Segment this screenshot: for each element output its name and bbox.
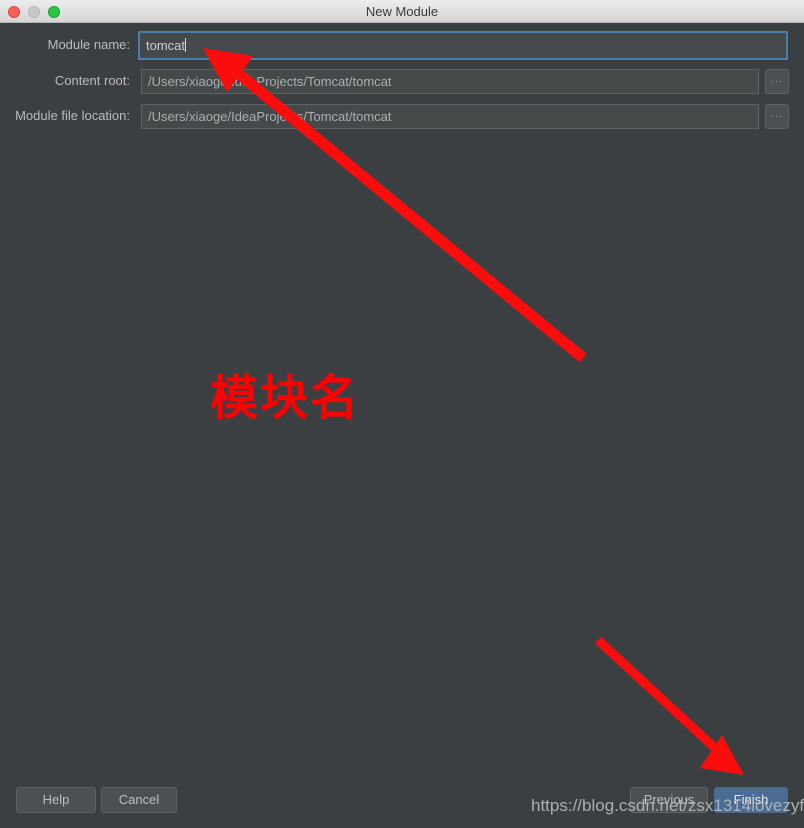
content-root-label-box: Content root: — [0, 69, 130, 93]
window-titlebar: New Module — [0, 0, 804, 23]
previous-button[interactable]: Previous — [630, 787, 708, 813]
module-name-label-box: Module name: — [0, 33, 130, 57]
arrow-to-finish-button-icon — [594, 636, 744, 775]
content-root-label: Content root: — [54, 73, 130, 88]
module-name-label: Module name: — [47, 37, 130, 52]
chinese-annotation-text: 模块名 — [210, 370, 361, 426]
new-module-dialog: New Module Module name: tomcat Content r… — [0, 0, 804, 828]
content-root-browse-button[interactable]: ... — [765, 69, 789, 94]
content-root-input[interactable]: /Users/xiaoge/IdeaProjects/Tomcat/tomcat — [141, 69, 759, 94]
module-file-location-label-box: Module file location: — [0, 104, 130, 128]
window-title: New Module — [365, 4, 439, 19]
content-root-value: /Users/xiaoge/IdeaProjects/Tomcat/tomcat — [148, 74, 392, 89]
module-file-location-browse-button[interactable]: ... — [765, 104, 789, 129]
finish-button[interactable]: Finish — [714, 787, 788, 813]
help-button[interactable]: Help — [16, 787, 96, 813]
module-file-location-value: /Users/xiaoge/IdeaProjects/Tomcat/tomcat — [148, 109, 392, 124]
module-name-input[interactable]: tomcat — [138, 31, 788, 60]
cancel-button[interactable]: Cancel — [101, 787, 177, 813]
module-file-location-label: Module file location: — [15, 108, 130, 123]
arrow-to-module-name-icon — [203, 48, 587, 363]
text-caret — [185, 38, 187, 52]
module-name-value: tomcat — [146, 38, 186, 53]
module-file-location-input[interactable]: /Users/xiaoge/IdeaProjects/Tomcat/tomcat — [141, 104, 759, 129]
